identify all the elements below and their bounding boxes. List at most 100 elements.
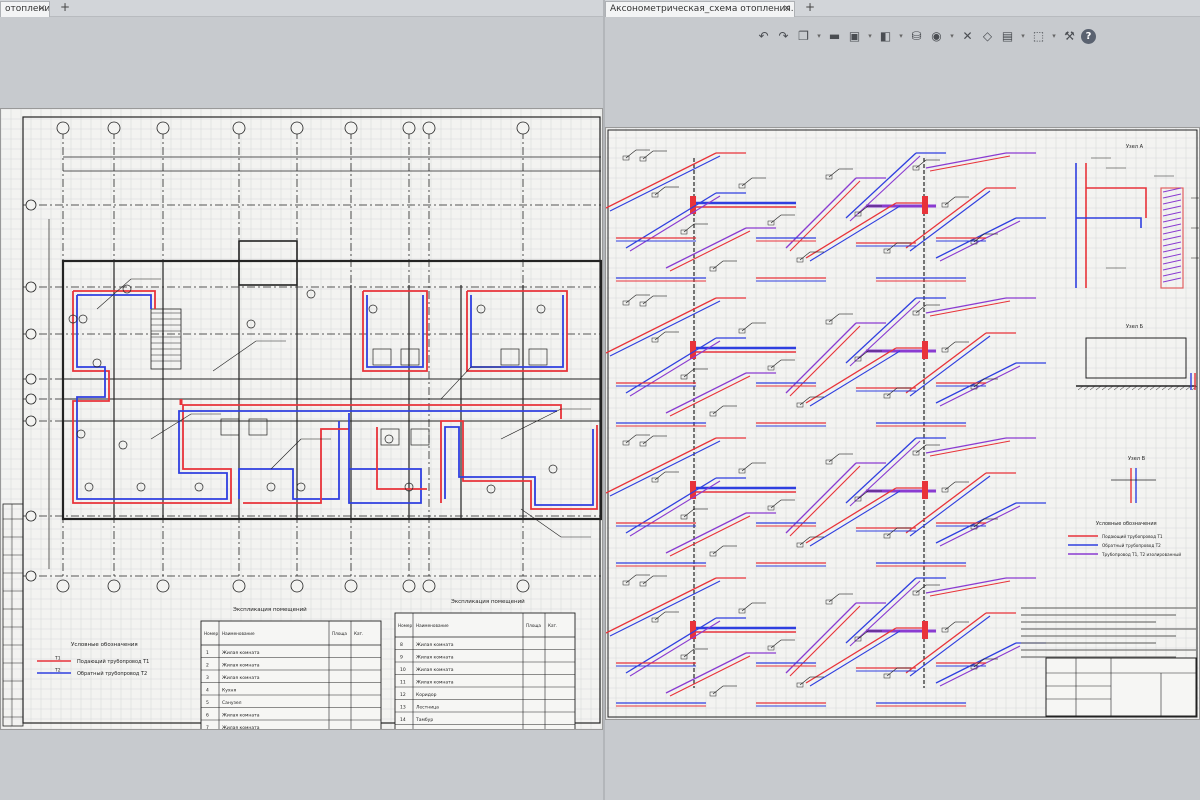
detail-label: Узел А — [1126, 144, 1144, 150]
fixture — [400, 348, 420, 366]
detail-hatch — [1162, 211, 1182, 217]
table-cell: Санузел — [222, 700, 242, 706]
valve-block — [922, 196, 928, 214]
branch-pipe — [625, 192, 717, 249]
redo-icon[interactable]: ↷ — [775, 28, 792, 45]
supply-pipe — [440, 420, 598, 510]
table-cell: 11 — [400, 680, 406, 686]
detail-hatch — [1162, 241, 1182, 247]
table-cell: Жилая комната — [416, 642, 454, 648]
detail-label: Узел В — [1128, 456, 1146, 462]
detail-hatch — [1162, 223, 1182, 229]
detail-hatch — [1162, 217, 1182, 223]
location-icon[interactable]: ◉ — [928, 28, 945, 45]
floor-plan-sheet[interactable]: Экспликация помещений Экспликация помещен… — [0, 108, 603, 730]
axis-bubble — [25, 373, 37, 385]
print-icon[interactable]: ⛁ — [908, 28, 925, 45]
leader-line — [886, 527, 898, 537]
add-tab-button[interactable]: + — [58, 1, 72, 15]
chevron-down-icon[interactable]: ▾ — [948, 28, 956, 45]
table-header: Кат. — [548, 623, 557, 628]
table-cell: 10 — [400, 667, 406, 673]
layers-icon[interactable]: ◧ — [877, 28, 894, 45]
tab-right-document[interactable]: Аксонометрическая_схема отопления... × — [605, 1, 795, 17]
leader-line — [944, 481, 956, 491]
chevron-down-icon[interactable]: ▾ — [897, 28, 905, 45]
branch-pipe — [669, 230, 751, 272]
axis-bubble — [56, 121, 70, 135]
valve-block — [922, 481, 928, 499]
leader-line — [741, 177, 753, 187]
table-cell: Жилая комната — [222, 650, 260, 656]
save-icon[interactable]: ▣ — [846, 28, 863, 45]
table-cell: 7 — [206, 725, 209, 729]
cube-icon[interactable]: ⬚ — [1030, 28, 1047, 45]
select-icon[interactable]: ◇ — [979, 28, 996, 45]
close-icon[interactable]: × — [38, 2, 46, 16]
measure-icon[interactable]: ▬ — [826, 28, 843, 45]
left-tab-bar: отопления × + — [0, 0, 603, 17]
axis-bubble — [107, 121, 121, 135]
axis-bubble — [232, 579, 246, 593]
radiator-mark — [194, 482, 204, 492]
help-icon[interactable]: ? — [1081, 28, 1096, 44]
table-header: Кат. — [354, 631, 363, 636]
table-cell: Коридор — [416, 692, 437, 698]
add-tab-button[interactable]: + — [803, 1, 817, 15]
caption-left: Экспликация помещений — [233, 606, 307, 613]
valve-block — [922, 621, 928, 639]
axonometric-sheet[interactable]: Узел А Узел Б Узел В Условные обозначения По… — [605, 127, 1200, 720]
table-cell: Жилая комната — [222, 725, 260, 729]
cut-icon[interactable]: ✕ — [959, 28, 976, 45]
branch-pipe — [669, 375, 751, 417]
axis-bubble — [516, 579, 530, 593]
axis-bubble — [25, 510, 37, 522]
copy-view-icon[interactable]: ❐ — [795, 28, 812, 45]
branch-pipe — [929, 440, 1011, 457]
table-header: Площа — [332, 631, 347, 636]
leader-line — [683, 648, 695, 658]
fixture — [372, 348, 392, 366]
axis-bubble — [25, 328, 37, 340]
axis-bubble — [56, 579, 70, 593]
detail-hatch — [1162, 199, 1182, 205]
legend-code: Т2 — [54, 668, 61, 674]
detail-hatch — [1162, 187, 1182, 193]
axis-bubble — [344, 579, 358, 593]
chevron-down-icon[interactable]: ▾ — [815, 28, 823, 45]
paste-icon[interactable]: ▤ — [999, 28, 1016, 45]
branch-pipe — [606, 577, 717, 634]
wrench-icon[interactable]: ⚒ — [1061, 28, 1078, 45]
undo-icon[interactable]: ↶ — [755, 28, 772, 45]
chevron-down-icon[interactable]: ▾ — [1019, 28, 1027, 45]
table-cell: Тамбур — [415, 717, 433, 723]
table-cell: 4 — [206, 688, 209, 694]
legend-label: Обратный трубопровод Т2 — [1102, 543, 1161, 548]
branch-pipe — [805, 202, 897, 259]
table-cell: 12 — [400, 692, 406, 698]
detail-label: Узел Б — [1126, 324, 1144, 330]
leader-line — [440, 366, 472, 400]
branch-pipe — [805, 627, 897, 684]
table-cell: 13 — [400, 705, 406, 711]
axis-bubble — [422, 121, 436, 135]
chevron-down-icon[interactable]: ▾ — [866, 28, 874, 45]
tab-left-document[interactable]: отопления × — [0, 1, 50, 17]
leader-line — [712, 685, 724, 695]
left-document-pane: отопления × + Экспликация помещенийЭкспл… — [0, 0, 603, 800]
leader-line — [886, 242, 898, 252]
leader-line — [683, 368, 695, 378]
chevron-down-icon[interactable]: ▾ — [1050, 28, 1058, 45]
close-icon[interactable]: × — [783, 2, 791, 16]
axis-bubble — [290, 579, 304, 593]
branch-pipe — [629, 195, 721, 252]
leader-line — [741, 462, 753, 472]
fixture — [410, 428, 430, 446]
title-block — [1045, 657, 1197, 717]
axis-bubble — [25, 199, 37, 211]
axis-bubble — [25, 393, 37, 405]
leader-line — [886, 387, 898, 397]
table-cell: 6 — [206, 713, 209, 719]
branch-pipe — [625, 617, 717, 674]
axonometric-scheme-drawing: Узел А Узел Б Узел В Условные обозначения По… — [606, 128, 1199, 719]
